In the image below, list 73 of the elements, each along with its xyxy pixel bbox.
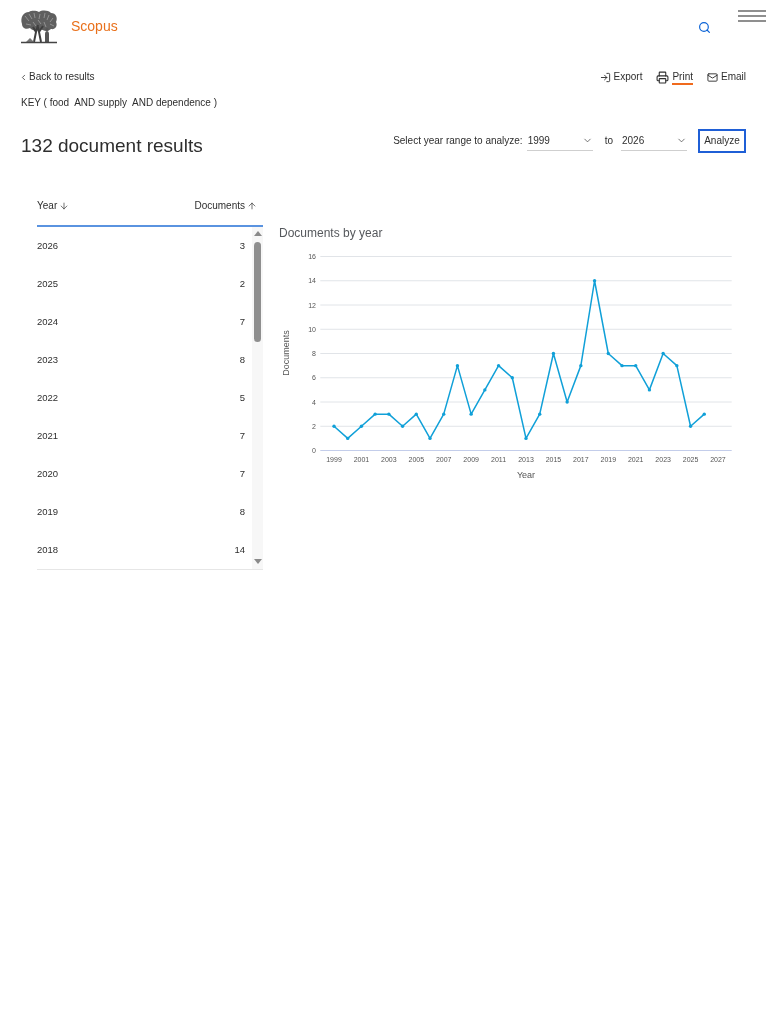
data-point — [387, 412, 391, 416]
data-point — [592, 279, 597, 283]
y-axis-title: Documents — [281, 330, 291, 376]
search-icon[interactable] — [698, 21, 711, 34]
scrollbar-track[interactable] — [252, 227, 263, 569]
data-point — [565, 400, 569, 404]
year-cell: 2021 — [37, 430, 59, 442]
column-header[interactable]: Documents — [194, 200, 257, 212]
analyze-button[interactable]: Analyze — [698, 129, 746, 153]
column-header[interactable]: Year — [37, 200, 70, 212]
scroll-up-icon[interactable] — [253, 231, 262, 236]
data-point — [579, 363, 583, 368]
data-point — [332, 424, 336, 428]
count-cell: 5 — [239, 392, 245, 404]
results-heading: 132 document results — [21, 134, 203, 158]
data-point — [428, 436, 432, 441]
data-point — [469, 412, 473, 416]
year-cell: 2024 — [37, 316, 59, 328]
year-cell: 2020 — [37, 468, 59, 480]
year-cell: 2019 — [37, 506, 59, 518]
tree-logo-icon — [20, 10, 58, 44]
data-point — [373, 412, 377, 416]
data-point — [620, 363, 624, 368]
scrollbar-thumb[interactable] — [254, 242, 261, 342]
year-cell: 2025 — [37, 278, 59, 290]
data-point — [442, 412, 446, 416]
data-point — [483, 388, 487, 392]
data-point — [675, 363, 679, 368]
data-point — [661, 351, 665, 356]
export-icon — [599, 71, 611, 83]
data-point — [634, 363, 638, 368]
count-cell: 7 — [239, 316, 245, 328]
menu-icon[interactable] — [738, 10, 766, 22]
data-point — [346, 436, 350, 441]
data-point — [702, 412, 706, 416]
scroll-down-icon[interactable] — [253, 559, 262, 564]
count-cell: 14 — [234, 544, 245, 556]
printer-icon — [656, 70, 670, 84]
year-select[interactable]: 2026 — [621, 131, 687, 151]
year-range-label: Select year range to analyze: — [393, 135, 523, 147]
year-cell: 2023 — [37, 354, 59, 366]
data-point — [400, 424, 405, 428]
data-point — [647, 388, 652, 392]
toolbar-action-link[interactable]: Print — [656, 69, 693, 85]
count-cell: 7 — [239, 468, 245, 480]
data-point — [510, 376, 514, 380]
year-select[interactable]: 1999 — [526, 131, 593, 151]
count-cell: 8 — [239, 506, 245, 518]
toolbar-action-link[interactable]: Email — [707, 69, 746, 85]
data-point — [538, 412, 542, 416]
year-cell: 2026 — [37, 240, 59, 252]
data-point — [496, 363, 501, 368]
count-cell: 8 — [239, 354, 245, 366]
data-point — [414, 412, 418, 416]
data-point — [359, 424, 364, 428]
count-cell: 7 — [239, 430, 245, 442]
count-cell: 2 — [239, 278, 245, 290]
year-cell: 2022 — [37, 392, 59, 404]
count-cell: 3 — [239, 240, 245, 252]
data-point — [688, 424, 693, 428]
range-separator: to — [604, 135, 613, 147]
data-point — [551, 351, 556, 356]
chevron-left-icon — [19, 72, 28, 82]
chart-title: Documents by year — [279, 226, 383, 240]
mail-icon — [707, 71, 718, 83]
data-point — [524, 436, 528, 441]
back-link[interactable]: Back to results — [19, 71, 95, 83]
year-cell: 2018 — [37, 544, 59, 556]
data-point — [606, 351, 610, 356]
search-query: KEY ( food AND supply AND dependence ) — [21, 97, 218, 109]
toolbar-action-link[interactable]: Export — [599, 69, 643, 85]
x-axis-title: Year — [516, 470, 536, 480]
data-point — [455, 363, 460, 368]
